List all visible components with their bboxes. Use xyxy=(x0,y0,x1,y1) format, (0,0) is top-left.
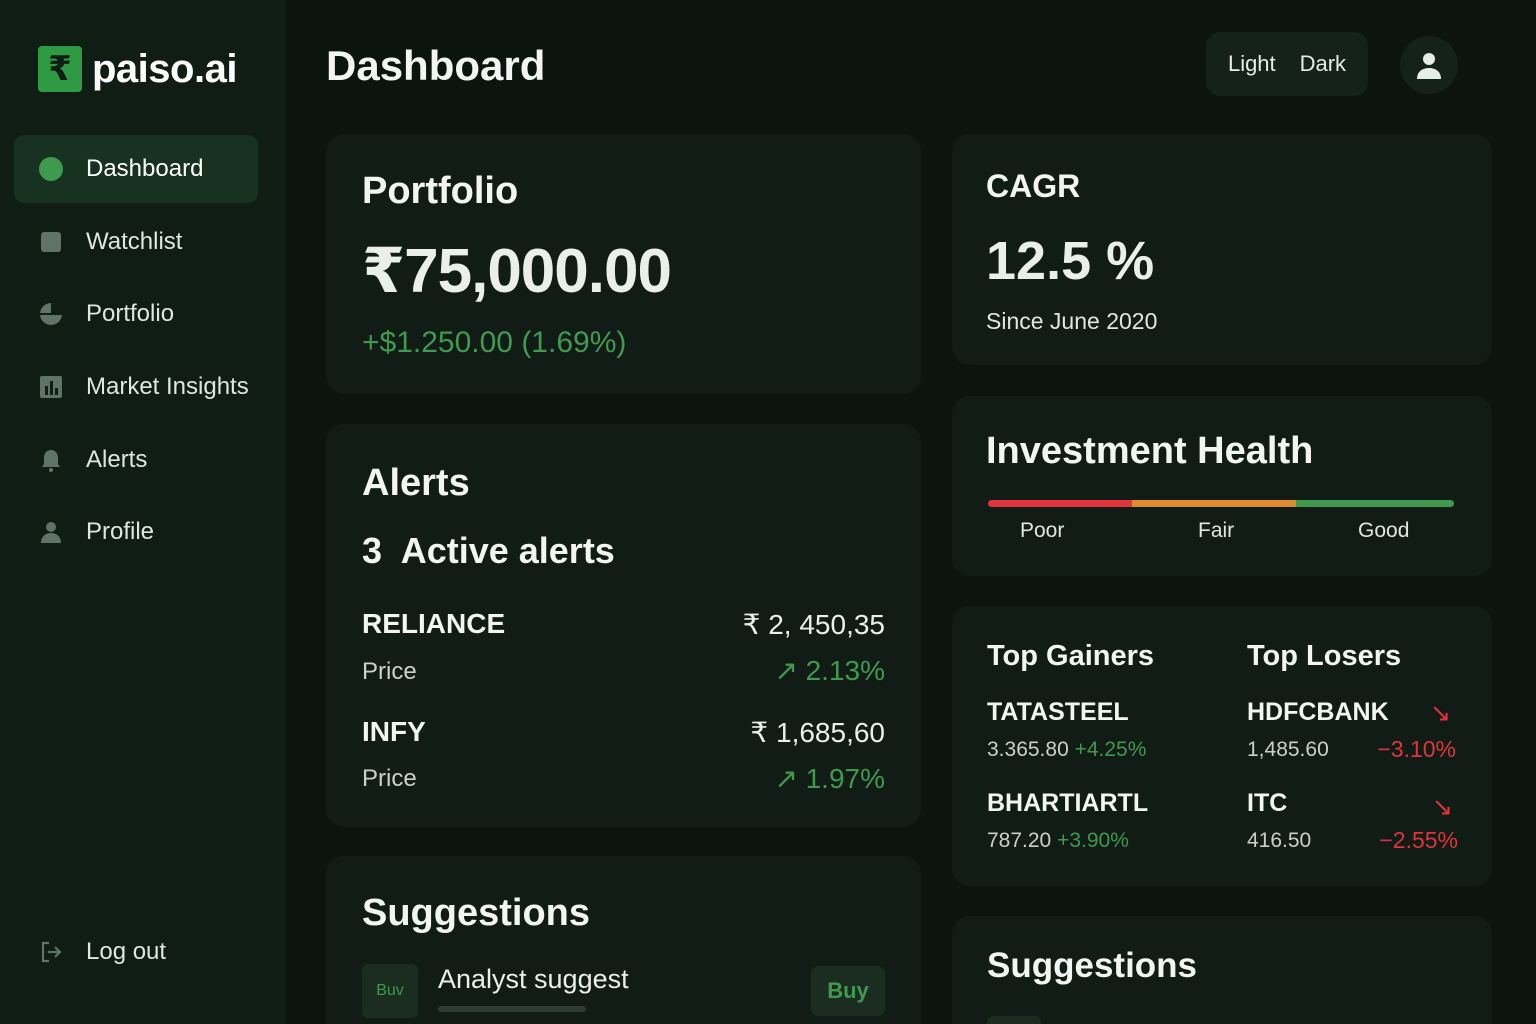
suggestions-card-right: Suggestions xyxy=(952,916,1492,1024)
theme-dark-option[interactable]: Dark xyxy=(1300,51,1346,77)
alert-change: ↗ 1.97% xyxy=(774,763,885,794)
loser-price: 416.50 xyxy=(1247,829,1312,852)
portfolio-value: ₹75,000.00 xyxy=(362,237,672,306)
brand[interactable]: ₹ paiso.ai xyxy=(38,46,237,92)
rupee-logo-icon: ₹ xyxy=(38,46,82,92)
alert-price: ₹ 2, 450,35 xyxy=(742,609,885,640)
page-title: Dashboard xyxy=(326,42,546,89)
dot-icon xyxy=(38,156,64,182)
arrow-down-right-icon: ↘ xyxy=(1432,793,1453,821)
sidebar-item-label: Alerts xyxy=(86,446,148,473)
sidebar-item-label: Watchlist xyxy=(86,228,183,255)
sidebar-item-label: Portfolio xyxy=(86,300,175,327)
gainer-symbol: BHARTIARTL xyxy=(987,789,1149,817)
alert-price-label: Price xyxy=(362,765,417,792)
suggestion-text: Analyst suggest xyxy=(438,964,629,994)
cagr-card: CAGR 12.5 % Since June 2020 xyxy=(952,134,1492,365)
health-segment-fair xyxy=(1132,500,1296,507)
health-label-poor: Poor xyxy=(1020,519,1065,542)
suggestions-title: Suggestions xyxy=(362,892,591,934)
gainer-quote: 787.20 +3.90% xyxy=(987,829,1129,853)
suggestion-progress-bar xyxy=(438,1006,586,1012)
loser-price: 1,485.60 xyxy=(1247,738,1329,761)
active-alerts-summary: 3 Active alerts xyxy=(362,530,615,572)
sidebar-item-watchlist[interactable]: Watchlist xyxy=(14,208,258,276)
sidebar: ₹ paiso.ai Dashboard Watchlist Portfolio… xyxy=(0,0,286,1024)
cagr-value: 12.5 % xyxy=(986,231,1155,291)
suggestions-card: Suggestions Buv Analyst suggest Buy xyxy=(326,856,921,1024)
bar-chart-icon xyxy=(38,374,64,400)
top-gainers-title: Top Gainers xyxy=(987,640,1155,672)
portfolio-title: Portfolio xyxy=(362,170,519,212)
active-alerts-label: Active alerts xyxy=(400,530,615,571)
arrow-up-right-icon: ↗ xyxy=(774,655,798,686)
alert-change: ↗ 2.13% xyxy=(774,655,885,686)
gainer-price: 3.365.80 xyxy=(987,738,1069,761)
health-label-good: Good xyxy=(1358,519,1410,542)
alerts-card: Alerts 3 Active alerts RELIANCE ₹ 2, 450… xyxy=(326,424,921,827)
sidebar-item-label: Dashboard xyxy=(86,155,204,182)
sidebar-item-alerts[interactable]: Alerts xyxy=(14,426,258,494)
health-meter xyxy=(988,500,1454,507)
loser-symbol: HDFCBANK xyxy=(1247,698,1389,726)
portfolio-card: Portfolio ₹75,000.00 +$1.250.00 (1.69%) xyxy=(326,134,921,394)
user-icon xyxy=(38,519,64,545)
alert-price: ₹ 1,685,60 xyxy=(750,717,885,748)
cagr-since: Since June 2020 xyxy=(986,308,1158,334)
alerts-title: Alerts xyxy=(362,462,470,504)
sidebar-item-dashboard[interactable]: Dashboard xyxy=(14,135,258,203)
gainer-quote: 3.365.80 +4.25% xyxy=(987,738,1146,762)
health-label-fair: Fair xyxy=(1198,519,1235,542)
active-alerts-count: 3 xyxy=(362,530,383,571)
bell-icon xyxy=(38,447,64,473)
alert-price-label: Price xyxy=(362,658,417,685)
investment-health-title: Investment Health xyxy=(986,430,1314,472)
theme-toggle[interactable]: Light Dark xyxy=(1206,32,1368,96)
gainer-price: 787.20 xyxy=(987,829,1052,852)
gainer-symbol: TATASTEEL xyxy=(987,698,1129,726)
health-segment-poor xyxy=(988,500,1133,507)
arrow-up-right-icon: ↗ xyxy=(774,763,798,794)
loser-symbol: ITC xyxy=(1247,789,1288,817)
sidebar-item-label: Market Insights xyxy=(86,373,249,400)
square-icon xyxy=(38,229,64,255)
top-losers-title: Top Losers xyxy=(1247,640,1402,672)
avatar[interactable] xyxy=(1400,36,1458,94)
theme-light-option[interactable]: Light xyxy=(1228,51,1276,77)
pie-chart-icon xyxy=(38,301,64,327)
buy-button[interactable]: Buy xyxy=(811,966,885,1016)
sidebar-item-label: Profile xyxy=(86,518,155,545)
suggestion-tag xyxy=(987,1016,1041,1024)
cagr-title: CAGR xyxy=(986,168,1081,204)
brand-name: paiso.ai xyxy=(92,46,237,91)
logout-label: Log out xyxy=(86,938,167,965)
suggestions-title: Suggestions xyxy=(987,946,1198,985)
sidebar-item-market-insights[interactable]: Market Insights xyxy=(14,353,258,421)
gainer-change: +3.90% xyxy=(1057,829,1129,852)
gainer-change: +4.25% xyxy=(1074,738,1147,761)
top-movers-card: Top Gainers Top Losers TATASTEEL 3.365.8… xyxy=(952,606,1492,886)
alert-symbol: INFY xyxy=(362,716,426,747)
loser-change: −3.10% xyxy=(1377,736,1456,762)
health-segment-good xyxy=(1295,500,1454,507)
alert-symbol: RELIANCE xyxy=(362,608,506,639)
logout-button[interactable]: Log out xyxy=(14,918,258,986)
user-icon xyxy=(1417,53,1441,79)
investment-health-card: Investment Health Poor Fair Good xyxy=(952,396,1492,576)
suggestion-tag: Buv xyxy=(362,964,418,1018)
loser-change: −2.55% xyxy=(1379,827,1458,853)
sidebar-item-profile[interactable]: Profile xyxy=(14,498,258,566)
arrow-down-right-icon: ↘ xyxy=(1430,699,1451,727)
logout-icon xyxy=(38,939,64,965)
portfolio-change: +$1.250.00 (1.69%) xyxy=(362,326,627,359)
sidebar-item-portfolio[interactable]: Portfolio xyxy=(14,280,258,348)
